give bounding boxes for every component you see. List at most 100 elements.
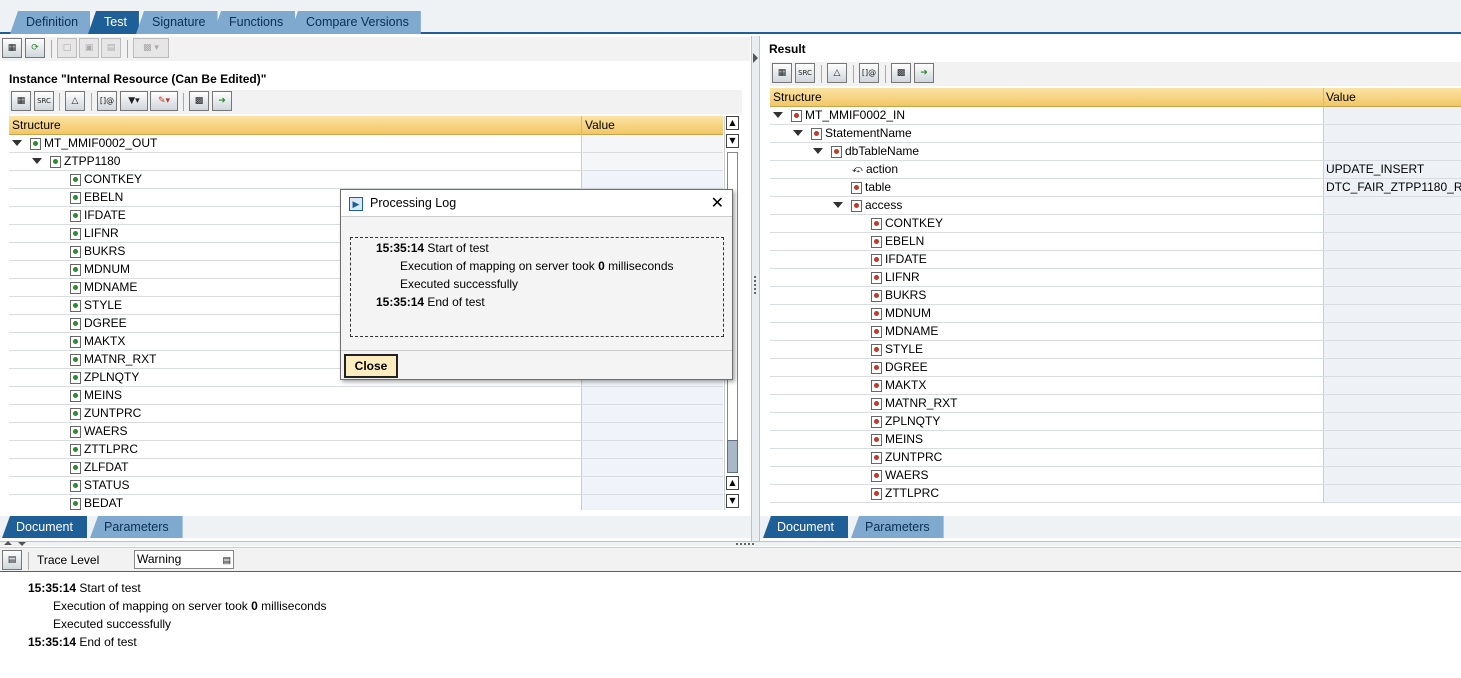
tree-row-field[interactable]: CONTKEY [9, 171, 723, 189]
collapse-icon[interactable]: △ [65, 91, 85, 111]
run-test-icon[interactable]: ⟳ [25, 38, 45, 58]
tree-row-field[interactable]: ZTTLPRC [9, 441, 723, 459]
value-cell[interactable] [1323, 215, 1461, 232]
tree-row-field[interactable]: ZUNTPRC [9, 405, 723, 423]
value-cell[interactable] [1323, 251, 1461, 268]
attribute-icon[interactable]: []@ [859, 63, 879, 83]
tree-row-field[interactable]: BUKRS [770, 287, 1461, 305]
tree-row-table[interactable]: table DTC_FAIR_ZTPP1180_R [770, 179, 1461, 197]
tree-row-field[interactable]: STATUS [9, 477, 723, 495]
grid-icon[interactable]: ▦ [772, 63, 792, 83]
tree-row-field[interactable]: MDNAME [770, 323, 1461, 341]
value-cell[interactable] [1323, 485, 1461, 502]
expand-triangle-icon[interactable] [12, 140, 22, 146]
tree-row-field[interactable]: DGREE [770, 359, 1461, 377]
trace-log-icon[interactable]: ▤ [2, 550, 22, 570]
right-tab-document[interactable]: Document [763, 516, 848, 538]
dropdown-icon[interactable]: ▤ [222, 552, 231, 569]
trace-level-select[interactable]: Warning ▤ [134, 550, 234, 569]
tree-row-access[interactable]: access [770, 197, 1461, 215]
tree-row-child[interactable]: ZTPP1180 [9, 153, 723, 171]
horizontal-splitter[interactable] [0, 541, 1461, 546]
expand-triangle-icon[interactable] [773, 112, 783, 118]
tab-functions[interactable]: Functions [213, 11, 296, 34]
splitter-grip-icon[interactable] [754, 276, 756, 294]
splitter-grip-icon[interactable] [736, 543, 754, 545]
tree-row-field[interactable]: STYLE [770, 341, 1461, 359]
value-cell[interactable] [581, 495, 723, 510]
tree-row-field[interactable]: ZPLNQTY [770, 413, 1461, 431]
tree-row-field[interactable]: BEDAT [9, 495, 723, 510]
filter-dropdown-icon[interactable]: ▼▾ [120, 91, 148, 111]
value-cell[interactable] [1323, 341, 1461, 358]
scroll-down-icon[interactable]: ▼ [726, 134, 739, 148]
tree-row-field[interactable]: WAERS [770, 467, 1461, 485]
splitter-up-arrow-icon[interactable] [4, 541, 12, 545]
tab-signature[interactable]: Signature [136, 11, 218, 34]
right-tab-parameters[interactable]: Parameters [851, 516, 944, 538]
close-icon[interactable]: ✕ [711, 190, 724, 217]
value-cell[interactable] [1323, 305, 1461, 322]
value-cell[interactable] [581, 423, 723, 440]
tree-row-field[interactable]: CONTKEY [770, 215, 1461, 233]
value-cell[interactable] [1323, 287, 1461, 304]
scroll-up-icon[interactable]: ▲ [726, 476, 739, 490]
left-tab-document[interactable]: Document [2, 516, 87, 538]
expand-triangle-icon[interactable] [833, 202, 843, 208]
tree-row-root[interactable]: MT_MMIF0002_OUT [9, 135, 723, 153]
src-icon[interactable]: SRC [795, 63, 815, 83]
value-cell[interactable] [1323, 413, 1461, 430]
close-button[interactable]: Close [344, 354, 398, 378]
value-cell[interactable] [1323, 233, 1461, 250]
value-cell[interactable] [581, 387, 723, 404]
value-cell[interactable]: UPDATE_INSERT [1323, 161, 1461, 178]
value-cell[interactable] [581, 171, 723, 188]
tree-row-action[interactable]: ⤽ action UPDATE_INSERT [770, 161, 1461, 179]
value-cell[interactable] [1323, 449, 1461, 466]
value-cell[interactable] [1323, 431, 1461, 448]
find-next-icon[interactable]: ➜ [914, 63, 934, 83]
expand-triangle-icon[interactable] [813, 148, 823, 154]
tree-row-field[interactable]: ZUNTPRC [770, 449, 1461, 467]
tree-row-field[interactable]: WAERS [9, 423, 723, 441]
edit-dropdown-icon[interactable]: ✎▾ [150, 91, 178, 111]
tab-test[interactable]: Test [88, 11, 139, 34]
tree-row-field[interactable]: MATNR_RXT [770, 395, 1461, 413]
scroll-up-icon[interactable]: ▲ [726, 116, 739, 130]
value-cell[interactable] [581, 477, 723, 494]
grid-icon[interactable]: ▦ [11, 91, 31, 111]
tree-row-field[interactable]: MEINS [9, 387, 723, 405]
splitter-down-arrow-icon[interactable] [18, 542, 26, 546]
scroll-thumb[interactable] [727, 440, 738, 473]
tree-row-field[interactable]: EBELN [770, 233, 1461, 251]
tab-compare-versions[interactable]: Compare Versions [290, 11, 421, 34]
value-cell[interactable]: DTC_FAIR_ZTPP1180_R [1323, 179, 1461, 196]
tree-row-field[interactable]: MEINS [770, 431, 1461, 449]
tree-row-field[interactable]: ZTTLPRC [770, 485, 1461, 503]
tree-row-field[interactable]: MAKTX [770, 377, 1461, 395]
tree-row-dbtable[interactable]: dbTableName [770, 143, 1461, 161]
value-cell[interactable] [581, 459, 723, 476]
expand-triangle-icon[interactable] [793, 130, 803, 136]
find-next-icon[interactable]: ➜ [212, 91, 232, 111]
value-cell[interactable] [1323, 269, 1461, 286]
tree-row-field[interactable]: ZLFDAT [9, 459, 723, 477]
scroll-down-icon[interactable]: ▼ [726, 494, 739, 508]
find-icon[interactable]: ▩ [891, 63, 911, 83]
value-cell[interactable] [581, 405, 723, 422]
tree-row-root[interactable]: MT_MMIF0002_IN [770, 107, 1461, 125]
left-tab-parameters[interactable]: Parameters [90, 516, 183, 538]
value-cell[interactable] [1323, 323, 1461, 340]
src-icon[interactable]: SRC [34, 91, 54, 111]
tree-row-field[interactable]: LIFNR [770, 269, 1461, 287]
collapse-icon[interactable]: △ [827, 63, 847, 83]
attribute-icon[interactable]: []@ [97, 91, 117, 111]
tree-row-field[interactable]: MDNUM [770, 305, 1461, 323]
splitter-arrow-icon[interactable] [753, 53, 758, 63]
expand-triangle-icon[interactable] [32, 158, 42, 164]
find-icon[interactable]: ▩ [189, 91, 209, 111]
vertical-splitter[interactable] [751, 36, 760, 541]
tree-row-field[interactable]: IFDATE [770, 251, 1461, 269]
value-cell[interactable] [1323, 359, 1461, 376]
value-cell[interactable] [1323, 377, 1461, 394]
